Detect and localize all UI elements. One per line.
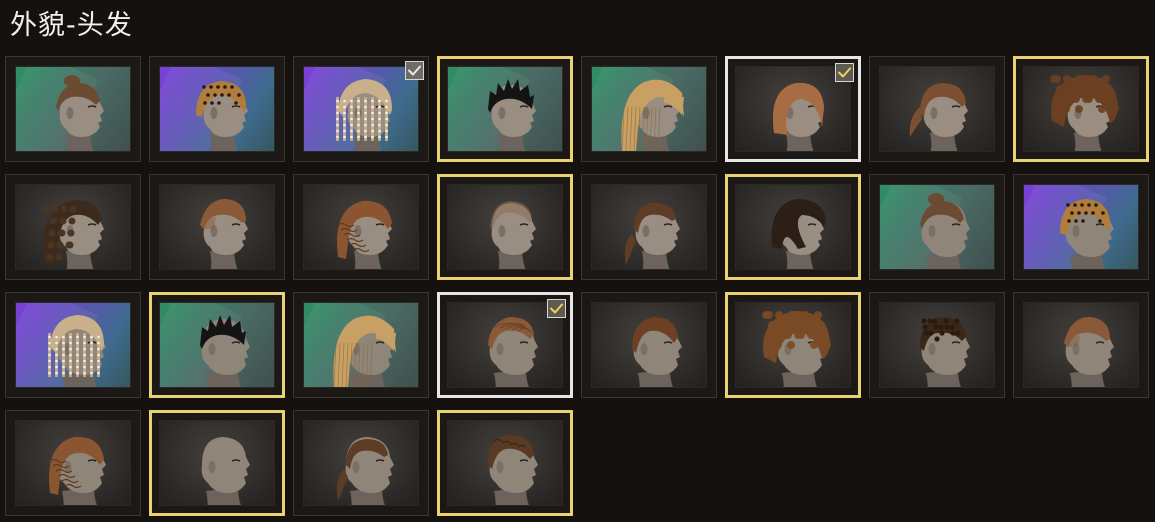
hairstyle-05-tile[interactable] (581, 56, 717, 162)
hairstyle-thumbnail (879, 302, 995, 388)
hairstyle-10-tile[interactable] (149, 174, 285, 280)
character-head-icon (488, 435, 538, 505)
hairstyle-thumbnail (15, 302, 131, 388)
hairstyle-thumbnail (447, 66, 563, 152)
hairstyle-08-tile[interactable] (1013, 56, 1149, 162)
character-head-icon (56, 75, 104, 151)
character-head-icon (48, 315, 106, 387)
hairstyle-thumbnail (591, 66, 707, 152)
character-head-icon (333, 315, 396, 387)
character-head-icon (624, 203, 680, 269)
hairstyle-thumbnail (1023, 66, 1139, 152)
checkmark-icon (547, 299, 566, 318)
hairstyle-09-tile[interactable] (5, 174, 141, 280)
character-head-icon (201, 437, 250, 505)
character-head-icon (1060, 199, 1114, 269)
hairstyle-thumbnail (879, 66, 995, 152)
hairstyle-thumbnail (15, 66, 131, 152)
hairstyle-thumbnail (159, 66, 275, 152)
checkmark-icon (405, 61, 424, 80)
character-head-icon (632, 317, 682, 387)
character-head-icon (196, 81, 248, 151)
character-head-icon (490, 201, 536, 269)
hairstyle-thumbnail (735, 184, 851, 270)
hairstyle-15-tile[interactable] (869, 174, 1005, 280)
character-head-icon (1064, 317, 1114, 387)
hairstyle-20-tile[interactable] (437, 292, 573, 398)
character-head-icon (42, 200, 104, 269)
character-head-icon (920, 317, 970, 387)
hairstyle-thumbnail (1023, 302, 1139, 388)
hairstyle-06-tile[interactable] (725, 56, 861, 162)
hairstyle-07-tile[interactable] (869, 56, 1005, 162)
hairstyle-25-tile[interactable] (5, 410, 141, 516)
hairstyle-27-tile[interactable] (293, 410, 429, 516)
hairstyle-thumbnail (447, 184, 563, 270)
hairstyle-thumbnail (447, 302, 563, 388)
hairstyle-thumbnail (303, 66, 419, 152)
hairstyle-thumbnail (303, 302, 419, 388)
character-head-icon (920, 193, 970, 269)
hairstyle-thumbnail (735, 302, 851, 388)
hairstyle-13-tile[interactable] (581, 174, 717, 280)
character-head-icon (772, 82, 824, 151)
hairstyle-thumbnail (447, 420, 563, 506)
hairstyle-17-tile[interactable] (5, 292, 141, 398)
hairstyle-24-tile[interactable] (1013, 292, 1149, 398)
hairstyle-11-tile[interactable] (293, 174, 429, 280)
hairstyle-thumbnail (303, 184, 419, 270)
character-head-icon (337, 200, 392, 269)
character-head-icon (621, 79, 684, 151)
hairstyle-04-tile[interactable] (437, 56, 573, 162)
hairstyle-thumbnail (1023, 184, 1139, 270)
hairstyle-21-tile[interactable] (581, 292, 717, 398)
hairstyle-23-tile[interactable] (869, 292, 1005, 398)
hairstyle-thumbnail (591, 184, 707, 270)
character-head-icon (1050, 75, 1119, 151)
hairstyle-02-tile[interactable] (149, 56, 285, 162)
hairstyle-thumbnail (159, 420, 275, 506)
character-head-icon (488, 317, 538, 387)
hairstyle-19-tile[interactable] (293, 292, 429, 398)
hairstyle-18-tile[interactable] (149, 292, 285, 398)
character-head-icon (49, 436, 106, 505)
hairstyle-22-tile[interactable] (725, 292, 861, 398)
hairstyle-26-tile[interactable] (149, 410, 285, 516)
hairstyle-thumbnail (303, 420, 419, 506)
character-head-icon (200, 199, 248, 269)
character-head-icon (200, 315, 250, 387)
hairstyle-thumbnail (159, 184, 275, 270)
hairstyle-14-tile[interactable] (725, 174, 861, 280)
character-head-icon (488, 79, 536, 151)
hairstyle-28-tile[interactable] (437, 410, 573, 516)
hairstyle-thumbnail (159, 302, 275, 388)
hairstyle-grid (5, 56, 1149, 516)
hairstyle-01-tile[interactable] (5, 56, 141, 162)
character-head-icon (771, 199, 826, 269)
character-head-icon (762, 311, 831, 387)
checkmark-icon (835, 63, 854, 82)
hairstyle-thumbnail (879, 184, 995, 270)
hairstyle-thumbnail (15, 420, 131, 506)
hairstyle-12-tile[interactable] (437, 174, 573, 280)
hairstyle-03-tile[interactable] (293, 56, 429, 162)
character-head-icon (336, 437, 394, 505)
hairstyle-thumbnail (15, 184, 131, 270)
character-head-icon (336, 79, 392, 151)
character-head-icon (909, 83, 968, 151)
page-title: 外貌-头发 (10, 10, 133, 41)
hairstyle-thumbnail (735, 66, 851, 152)
hairstyle-thumbnail (591, 302, 707, 388)
hairstyle-16-tile[interactable] (1013, 174, 1149, 280)
